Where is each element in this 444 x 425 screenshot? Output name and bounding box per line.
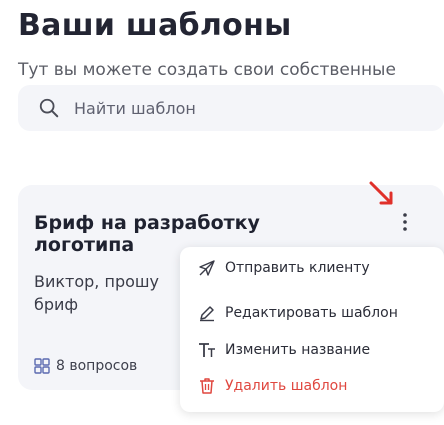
search-input[interactable] bbox=[74, 98, 374, 118]
more-options-icon[interactable] bbox=[398, 211, 412, 233]
pencil-icon bbox=[200, 306, 214, 322]
text-size-icon bbox=[199, 343, 215, 357]
menu-item-rename[interactable]: Изменить название bbox=[198, 341, 370, 359]
menu-item-edit[interactable]: Редактировать шаблон bbox=[198, 304, 398, 322]
trash-icon bbox=[200, 378, 214, 394]
page-title: Ваши шаблоны bbox=[18, 8, 292, 43]
question-count: 8 вопросов bbox=[34, 358, 137, 374]
context-menu: Отправить клиенту Редактировать шаблон И… bbox=[180, 247, 444, 412]
menu-item-delete-label: Удалить шаблон bbox=[225, 378, 348, 394]
search-icon bbox=[39, 98, 59, 118]
grid-icon bbox=[34, 358, 50, 374]
menu-item-send-label: Отправить клиенту bbox=[225, 260, 370, 276]
template-description: Виктор, прошу бриф bbox=[34, 272, 159, 314]
question-count-label: 8 вопросов bbox=[56, 358, 138, 374]
menu-item-send[interactable]: Отправить клиенту bbox=[198, 259, 370, 277]
page-subtitle: Тут вы можете создать свои собственные bbox=[18, 60, 396, 80]
search-bar[interactable] bbox=[18, 85, 444, 131]
menu-item-edit-label: Редактировать шаблон bbox=[225, 305, 398, 321]
pointer-arrow-icon bbox=[369, 181, 393, 205]
menu-item-rename-label: Изменить название bbox=[225, 342, 371, 358]
send-icon bbox=[199, 260, 215, 276]
menu-item-delete[interactable]: Удалить шаблон bbox=[198, 377, 347, 395]
